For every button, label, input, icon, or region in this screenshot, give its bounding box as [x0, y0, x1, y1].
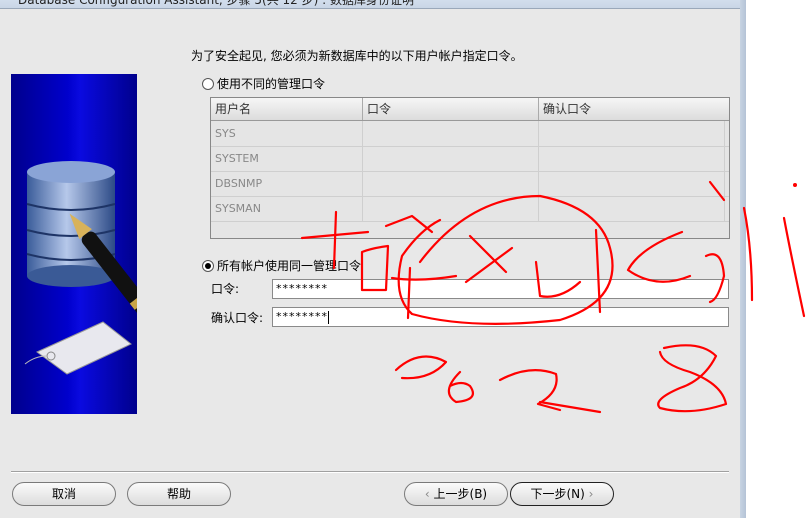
handwritten-annotation: [300, 180, 806, 414]
